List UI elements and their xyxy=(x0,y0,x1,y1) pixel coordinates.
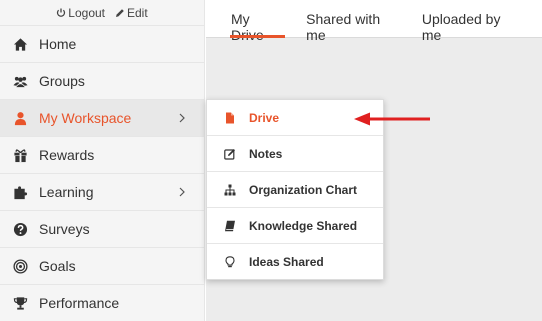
chevron-right-icon xyxy=(179,187,185,197)
pencil-icon xyxy=(116,8,124,17)
chevron-right-icon xyxy=(179,113,185,123)
sidebar-item-label: Rewards xyxy=(39,147,95,163)
sidebar-item-surveys[interactable]: Surveys xyxy=(0,211,204,248)
sidebar-item-label: Learning xyxy=(39,184,94,200)
logout-link[interactable]: Logout xyxy=(56,6,105,20)
submenu-item-label: Drive xyxy=(249,110,280,125)
submenu-item-label: Ideas Shared xyxy=(249,254,324,269)
user-links: Logout Edit xyxy=(0,0,204,26)
submenu-item-label: Notes xyxy=(249,146,283,161)
lightbulb-icon xyxy=(223,255,237,269)
submenu-item-notes[interactable]: Notes xyxy=(207,136,383,171)
tab-shared-with-me[interactable]: Shared with me xyxy=(306,0,400,43)
sidebar-item-groups[interactable]: Groups xyxy=(0,63,204,100)
submenu-item-label: Knowledge Shared xyxy=(249,218,358,233)
home-icon xyxy=(12,36,28,52)
sidebar-item-learning[interactable]: Learning xyxy=(0,174,204,211)
sidebar-item-label: Groups xyxy=(39,73,85,89)
tab-uploaded-by-me[interactable]: Uploaded by me xyxy=(422,0,520,43)
annotation-arrow-icon xyxy=(354,112,430,126)
gift-icon xyxy=(12,147,28,163)
submenu-item-ideas-shared[interactable]: Ideas Shared xyxy=(207,244,383,279)
sitemap-icon xyxy=(223,183,237,197)
tab-bar: My Drive Shared with me Uploaded by me xyxy=(206,0,542,43)
sidebar-item-performance[interactable]: Performance xyxy=(0,285,204,321)
sidebar: Logout Edit Home Groups My Workspace Rew… xyxy=(0,0,205,321)
sidebar-item-label: Goals xyxy=(39,258,76,274)
submenu-item-knowledge-shared[interactable]: Knowledge Shared xyxy=(207,208,383,243)
power-icon xyxy=(57,8,66,17)
puzzle-icon xyxy=(12,184,28,200)
tab-my-drive[interactable]: My Drive xyxy=(229,0,286,43)
sidebar-item-label: Performance xyxy=(39,295,120,311)
sidebar-item-goals[interactable]: Goals xyxy=(0,248,204,285)
edit-label: Edit xyxy=(127,5,148,20)
trophy-icon xyxy=(12,295,28,311)
target-icon xyxy=(12,258,28,274)
edit-link[interactable]: Edit xyxy=(115,6,148,20)
sidebar-item-my-workspace[interactable]: My Workspace xyxy=(0,100,204,137)
sidebar-item-home[interactable]: Home xyxy=(0,26,204,63)
file-icon xyxy=(223,111,237,125)
edit-note-icon xyxy=(223,147,237,161)
sidebar-item-label: My Workspace xyxy=(39,110,132,126)
sidebar-item-label: Surveys xyxy=(39,221,90,237)
user-icon xyxy=(12,110,28,126)
sidebar-item-rewards[interactable]: Rewards xyxy=(0,137,204,174)
book-icon xyxy=(223,219,237,233)
submenu-item-label: Organization Chart xyxy=(249,182,358,197)
sidebar-item-label: Home xyxy=(39,36,77,52)
logout-label: Logout xyxy=(68,5,105,20)
submenu-item-organization-chart[interactable]: Organization Chart xyxy=(207,172,383,207)
question-circle-icon xyxy=(12,221,28,237)
users-icon xyxy=(12,73,28,89)
